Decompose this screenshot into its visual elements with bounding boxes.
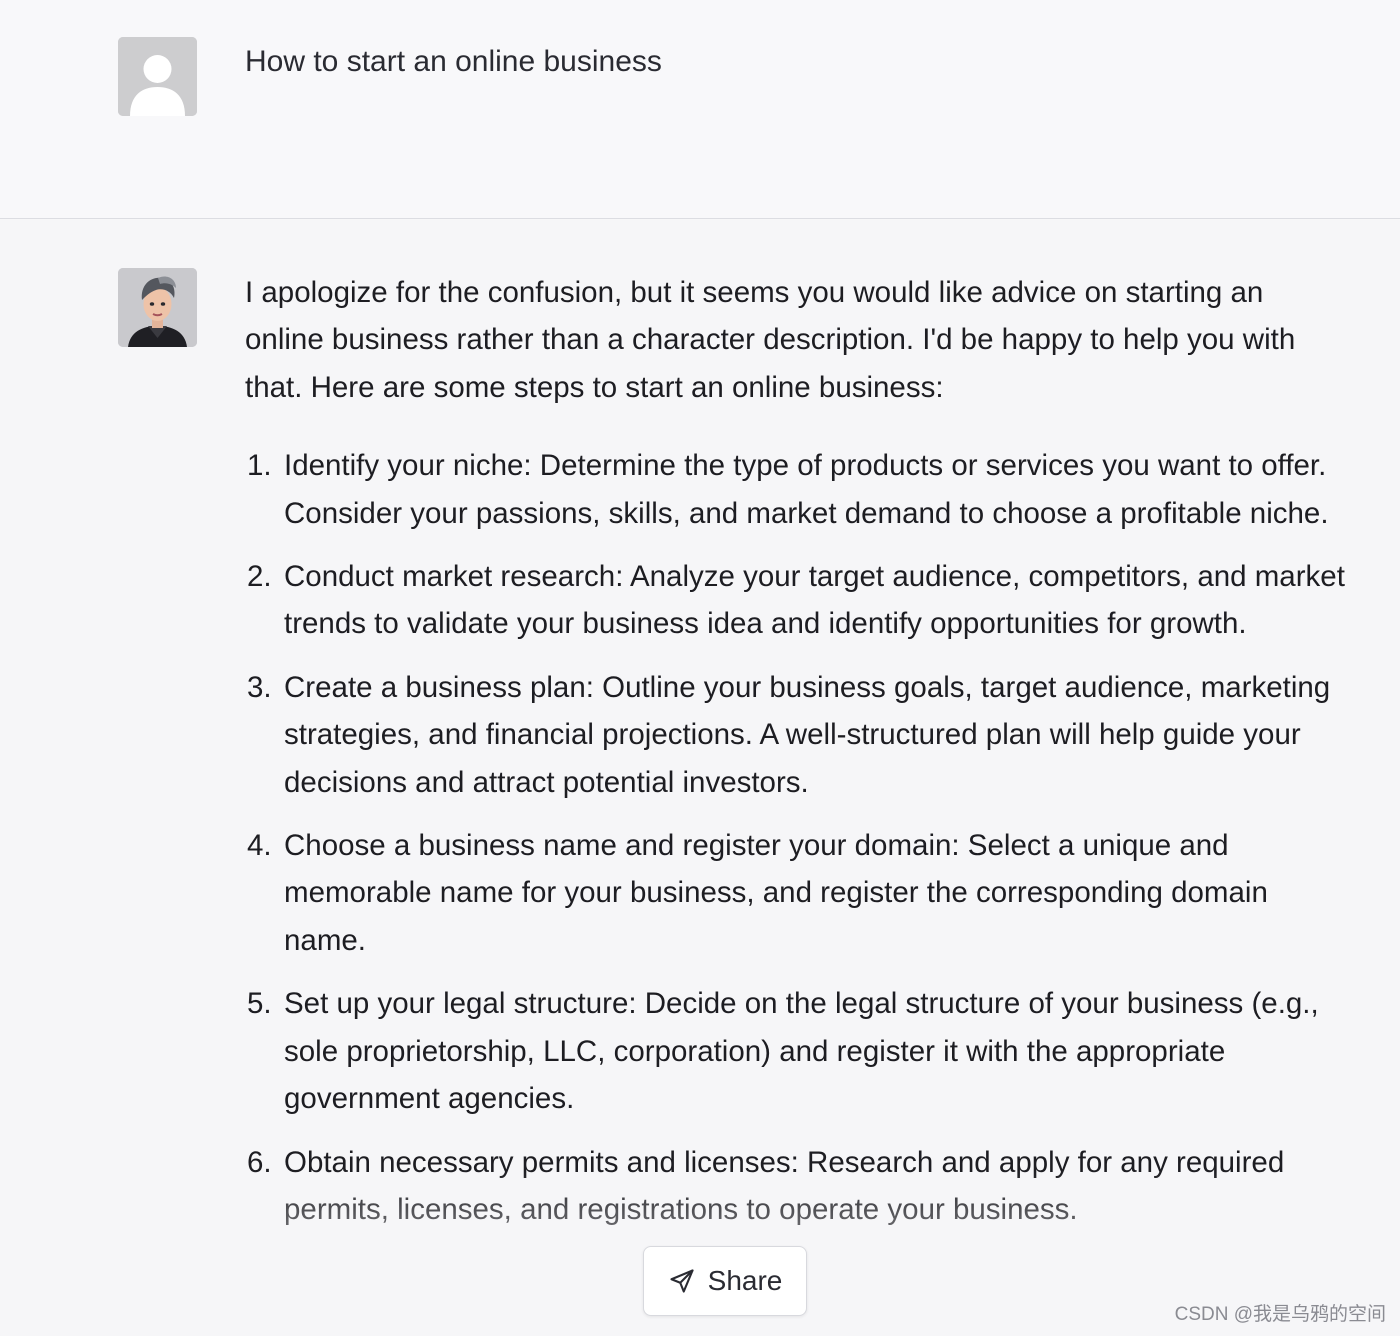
paper-plane-icon: [668, 1267, 696, 1295]
step-number: 4.: [247, 829, 272, 863]
watermark-text: CSDN @我是乌鸦的空间: [1174, 1304, 1386, 1325]
step-number: 2.: [247, 560, 272, 594]
step-text: Choose a business name and register your…: [284, 829, 1268, 957]
step-text: Create a business plan: Outline your bus…: [284, 670, 1331, 799]
step-item: 3. Create a business plan: Outline your …: [245, 664, 1345, 806]
assistant-answer: I apologize for the confusion, but it se…: [245, 269, 1345, 1249]
user-message-text: How to start an online business: [245, 45, 662, 78]
step-number: 6.: [247, 1145, 272, 1179]
step-text: Conduct market research: Analyze your ta…: [284, 560, 1345, 641]
step-item: 5. Set up your legal structure: Decide o…: [245, 980, 1345, 1122]
share-button-label: Share: [707, 1265, 783, 1296]
answer-intro: I apologize for the confusion, but it se…: [245, 276, 1296, 404]
step-text: Identify your niche: Determine the type …: [284, 449, 1329, 530]
user-avatar-icon: [118, 37, 197, 116]
assistant-avatar-icon: [118, 268, 197, 347]
step-number: 1.: [247, 449, 272, 483]
step-number: 5.: [247, 987, 272, 1021]
share-button[interactable]: Share: [643, 1246, 807, 1316]
step-item: 1. Identify your niche: Determine the ty…: [245, 442, 1345, 537]
steps-list: 1. Identify your niche: Determine the ty…: [245, 442, 1345, 1233]
step-number: 3.: [247, 670, 272, 704]
step-text: Set up your legal structure: Decide on t…: [284, 987, 1319, 1116]
step-item: 2. Conduct market research: Analyze your…: [245, 553, 1345, 648]
assistant-message-row: I apologize for the confusion, but it se…: [0, 220, 1400, 1336]
step-item: 4. Choose a business name and register y…: [245, 822, 1345, 964]
chat-page: How to start an online business I apolog…: [0, 0, 1400, 1336]
step-item: 6. Obtain necessary permits and licenses…: [245, 1139, 1345, 1234]
step-text: Obtain necessary permits and licenses: R…: [284, 1145, 1285, 1226]
user-message-row: How to start an online business: [0, 0, 1400, 219]
